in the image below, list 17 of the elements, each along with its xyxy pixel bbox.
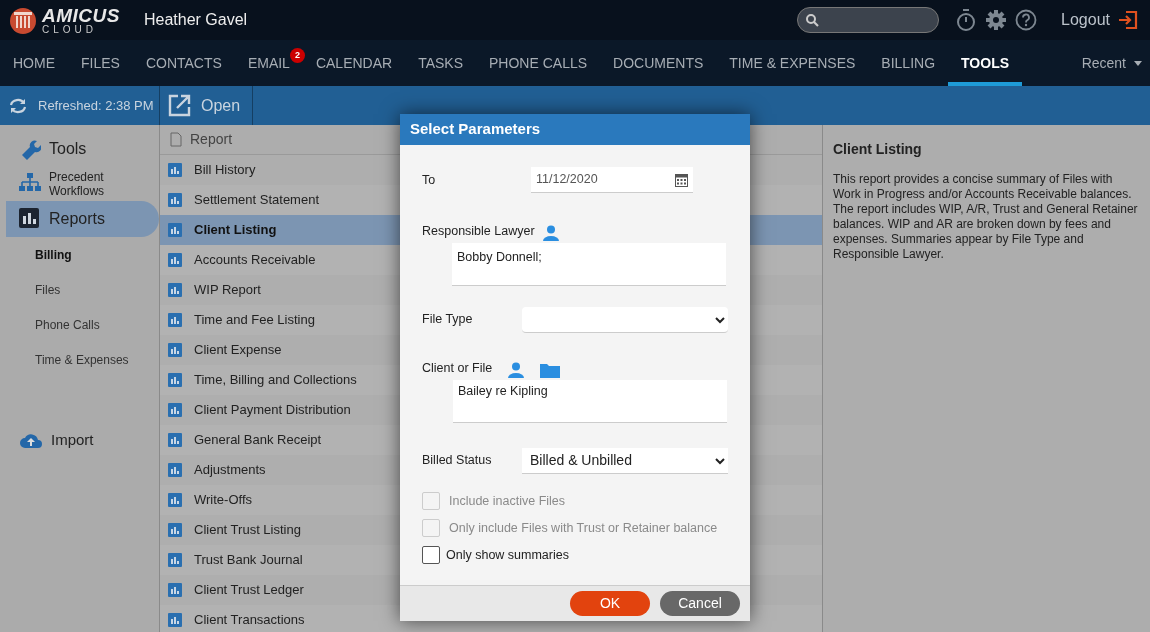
field-label: Responsible Lawyer — [422, 223, 535, 240]
logo-subtext: CLOUD — [42, 24, 98, 35]
user-name: Heather Gavel — [143, 10, 248, 30]
details-title: Client Listing — [833, 140, 923, 159]
field-label: File Type — [422, 311, 474, 329]
details-text: This report provides a concise summary of Files with Work in Progress and/or Accounts Receivable balances. The report includes WIP, A/R, Trust and General Retainer balances. WIP and AR are broken down by fees and expenses. Summaries appear by File Type and Responsible Lawyer. — [833, 172, 1139, 262]
field-label: To — [422, 171, 437, 189]
checkbox-label: Include inactive Files — [449, 492, 566, 510]
checkbox-label: Only show summaries — [446, 546, 569, 564]
dialog-title: Select Parameters — [400, 114, 750, 145]
logo-text: AMICUS — [42, 5, 120, 25]
checkbox-label: Only include Files with Trust or Retainer balance — [449, 519, 718, 537]
field-label: Billed Status — [422, 452, 493, 470]
field-label: Client or File — [422, 359, 493, 377]
notification-badge: 2 — [289, 48, 305, 63]
refresh-status: Refreshed: 2:38 PM — [38, 96, 154, 115]
column-header: Report — [190, 130, 233, 149]
